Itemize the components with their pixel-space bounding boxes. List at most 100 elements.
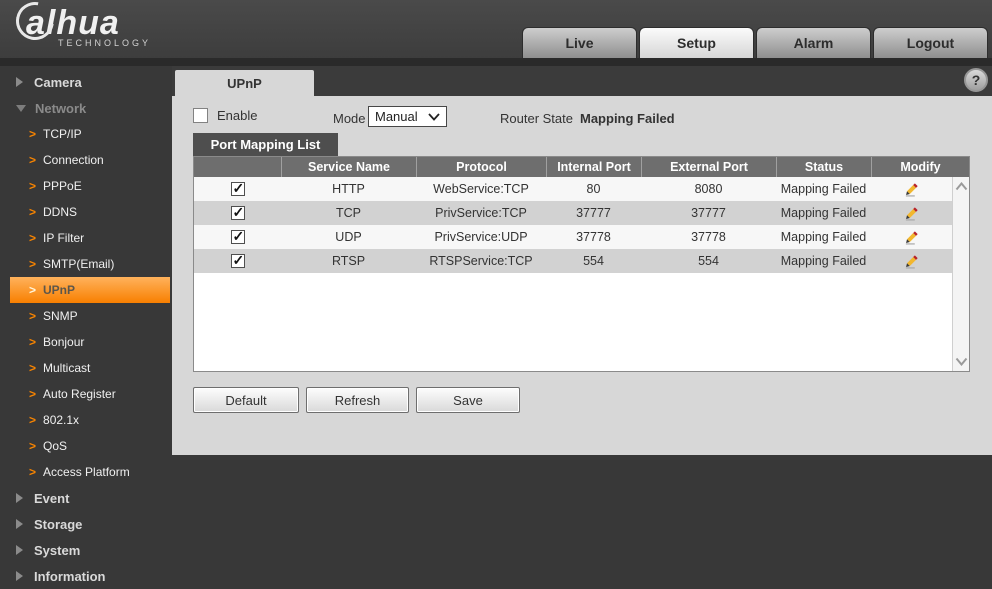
protocol-cell: PrivService:TCP: [435, 206, 527, 220]
sidebar-item-pppoe[interactable]: > PPPoE: [0, 173, 172, 199]
sidebar-item-label: TCP/IP: [43, 127, 82, 141]
edit-pencil-icon[interactable]: [904, 182, 919, 197]
header-cell-protocol: Protocol: [416, 157, 546, 177]
table-row: RTSP RTSPService:TCP 554 554 Mapping Fai…: [194, 249, 952, 273]
sidebar: Camera Network > TCP/IP > Connection > P…: [0, 66, 172, 588]
table-scrollbar[interactable]: [952, 177, 969, 371]
protocol-cell: WebService:TCP: [433, 182, 529, 196]
sidebar-item-event[interactable]: Event: [0, 485, 172, 511]
sidebar-section-label: Camera: [34, 74, 82, 90]
sidebar-item-label: SNMP: [43, 309, 78, 323]
table-header: Service Name Protocol Internal Port Externa…: [194, 157, 969, 177]
sidebar-item-access-platform[interactable]: > Access Platform: [0, 459, 172, 485]
sidebar-item-upnp[interactable]: > UPnP: [10, 277, 170, 303]
save-button[interactable]: Save: [416, 387, 520, 413]
sidebar-item-label: 802.1x: [43, 413, 80, 427]
sidebar-item-label: DDNS: [43, 205, 78, 219]
sidebar-item-802-1x[interactable]: > 802.1x: [0, 407, 172, 433]
chevron-right-icon: >: [29, 179, 37, 193]
button-label: Save: [453, 392, 483, 408]
status-cell: Mapping Failed: [780, 206, 867, 220]
sidebar-item-label: Access Platform: [43, 465, 130, 479]
sidebar-item-qos[interactable]: > QoS: [0, 433, 172, 459]
service-name-cell: TCP: [336, 206, 361, 220]
status-cell: Mapping Failed: [780, 254, 867, 268]
row-checkbox[interactable]: [230, 204, 245, 221]
default-button[interactable]: Default: [193, 387, 299, 413]
sidebar-item-ddns[interactable]: > DDNS: [0, 199, 172, 225]
chevron-right-icon: >: [29, 205, 37, 219]
sidebar-item-network[interactable]: Network: [0, 95, 172, 121]
service-name-cell: UDP: [335, 230, 362, 244]
main-nav-tabs: Live Setup Alarm Logout: [522, 27, 988, 58]
sidebar-item-label: SMTP(Email): [43, 257, 115, 271]
sidebar-item-storage[interactable]: Storage: [0, 511, 172, 537]
sidebar-item-connection[interactable]: > Connection: [0, 147, 172, 173]
header-cell-status: Status: [776, 157, 871, 177]
sidebar-section-label: Information: [34, 568, 106, 584]
row-checkbox[interactable]: [230, 180, 245, 197]
sidebar-item-label: QoS: [43, 439, 68, 453]
chevron-right-icon: >: [29, 439, 37, 453]
help-button[interactable]: ?: [964, 68, 988, 92]
sidebar-item-tcp-ip[interactable]: > TCP/IP: [0, 121, 172, 147]
nav-tab-live[interactable]: Live: [522, 27, 637, 58]
refresh-button[interactable]: Refresh: [306, 387, 409, 413]
sidebar-item-camera[interactable]: Camera: [0, 69, 172, 95]
sidebar-item-bonjour[interactable]: > Bonjour: [0, 329, 172, 355]
chevron-right-icon: >: [29, 309, 37, 323]
internal-port-cell: 37777: [576, 206, 611, 220]
status-cell: Mapping Failed: [780, 230, 867, 244]
internal-port-cell: 554: [583, 254, 604, 268]
sidebar-item-label: Connection: [43, 153, 104, 167]
chevron-right-icon: >: [29, 283, 37, 297]
header-divider: [0, 58, 992, 66]
scroll-up-icon[interactable]: [955, 182, 968, 191]
sidebar-item-ip-filter[interactable]: > IP Filter: [0, 225, 172, 251]
enable-checkbox[interactable]: [193, 108, 208, 123]
header-cell-service-name: Service Name: [281, 157, 416, 177]
nav-tab-alarm[interactable]: Alarm: [756, 27, 871, 58]
content-tab-upnp[interactable]: UPnP: [175, 70, 314, 96]
table-row: UDP PrivService:UDP 37778 37778 Mapping …: [194, 225, 952, 249]
external-port-cell: 37777: [691, 206, 726, 220]
nav-tab-label: Setup: [677, 35, 716, 51]
table-row: HTTP WebService:TCP 80 8080 Mapping Fail…: [194, 177, 952, 201]
protocol-cell: RTSPService:TCP: [429, 254, 533, 268]
triangle-icon: [16, 519, 23, 529]
sidebar-item-information[interactable]: Information: [0, 563, 172, 589]
sidebar-item-label: Auto Register: [43, 387, 116, 401]
external-port-cell: 554: [698, 254, 719, 268]
nav-tab-label: Alarm: [793, 35, 834, 51]
mode-select[interactable]: Manual: [368, 106, 447, 127]
triangle-icon: [16, 545, 23, 555]
chevron-down-icon: [428, 112, 440, 121]
chevron-right-icon: >: [29, 153, 37, 167]
sidebar-section-label: System: [34, 542, 81, 558]
sidebar-item-label: PPPoE: [43, 179, 82, 193]
scroll-down-icon[interactable]: [955, 357, 968, 366]
edit-pencil-icon[interactable]: [904, 230, 919, 245]
sidebar-item-system[interactable]: System: [0, 537, 172, 563]
nav-tab-logout[interactable]: Logout: [873, 27, 988, 58]
nav-tab-label: Logout: [906, 35, 955, 51]
external-port-cell: 8080: [694, 182, 723, 196]
internal-port-cell: 37778: [576, 230, 611, 244]
chevron-right-icon: >: [29, 361, 37, 375]
action-buttons: Default Refresh Save: [193, 387, 527, 413]
row-checkbox[interactable]: [230, 252, 245, 269]
triangle-icon: [16, 104, 26, 112]
sidebar-item-label: IP Filter: [43, 231, 85, 245]
sidebar-item-snmp[interactable]: > SNMP: [0, 303, 172, 329]
table-row: TCP PrivService:TCP 37777 37777 Mapping …: [194, 201, 952, 225]
sidebar-item-smtp-email[interactable]: > SMTP(Email): [0, 251, 172, 277]
triangle-icon: [16, 493, 23, 503]
row-checkbox[interactable]: [230, 228, 245, 245]
sidebar-item-auto-register[interactable]: > Auto Register: [0, 381, 172, 407]
sidebar-item-label: UPnP: [43, 283, 76, 297]
nav-tab-setup[interactable]: Setup: [639, 27, 754, 58]
edit-pencil-icon[interactable]: [904, 254, 919, 269]
edit-pencil-icon[interactable]: [904, 206, 919, 221]
button-label: Default: [225, 392, 267, 408]
sidebar-item-multicast[interactable]: > Multicast: [0, 355, 172, 381]
